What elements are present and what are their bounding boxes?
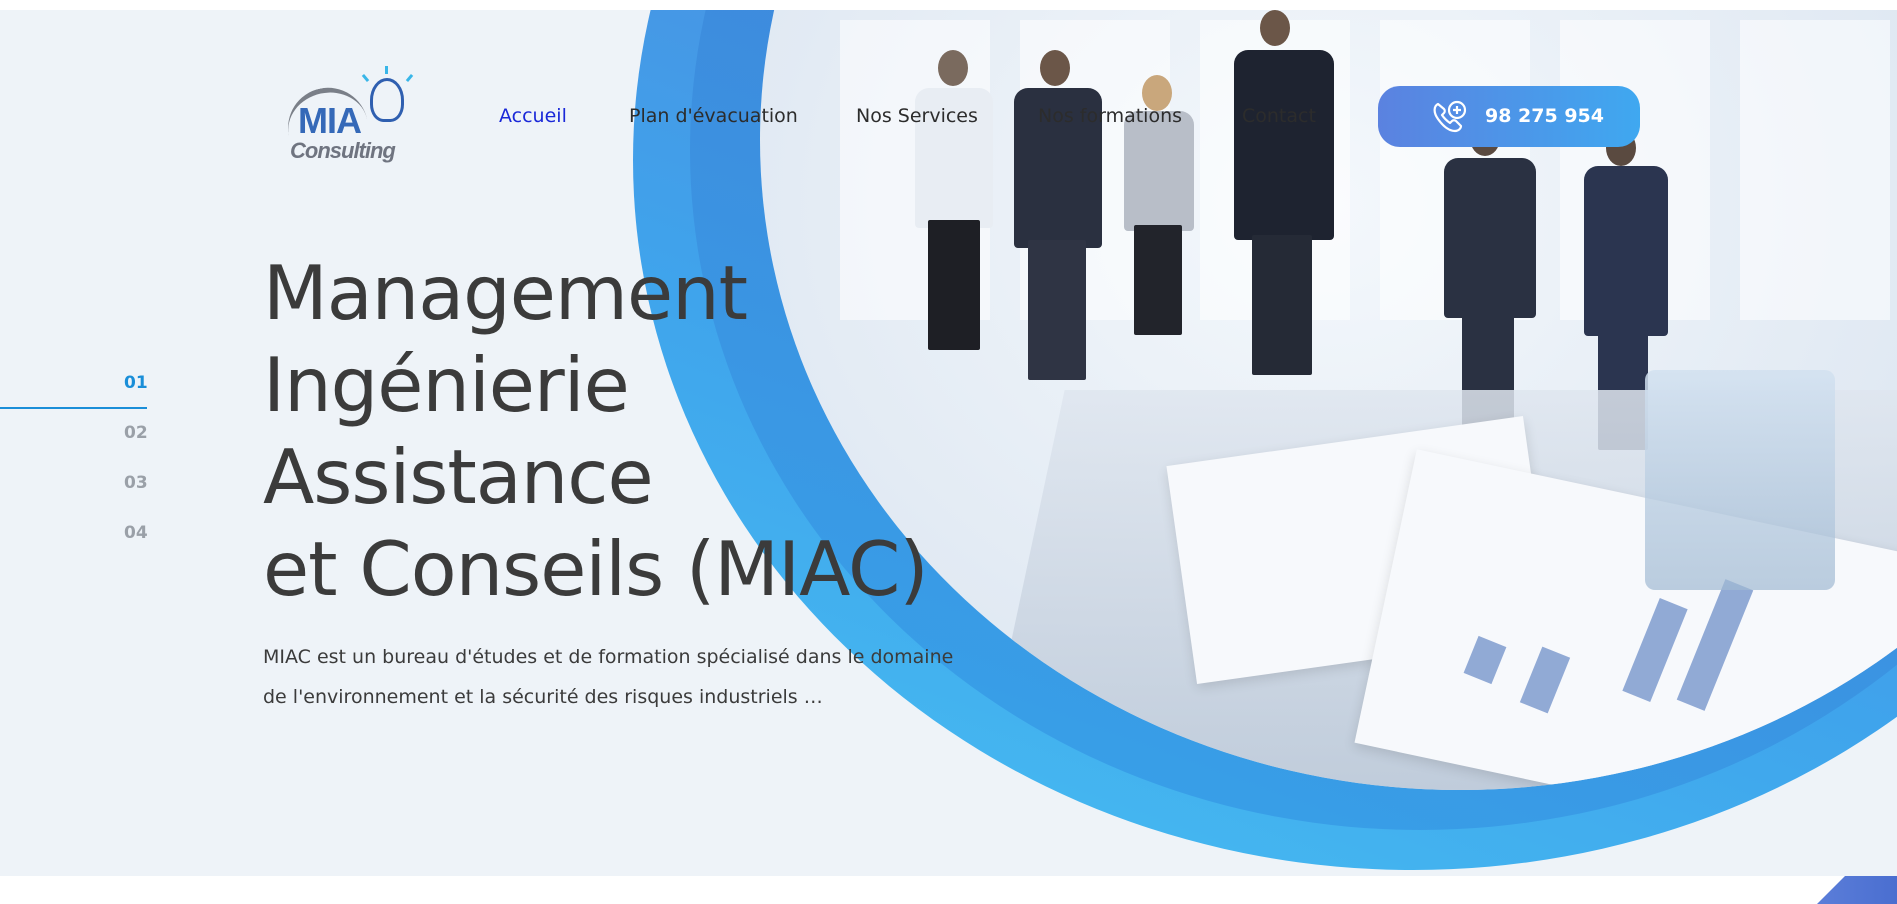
logo-subtext: Consulting xyxy=(290,138,396,163)
phone-button[interactable]: 98 275 954 xyxy=(1378,86,1640,147)
lightbulb-icon xyxy=(370,78,404,122)
description-line: MIAC est un bureau d'études et de format… xyxy=(263,646,954,668)
nav-item-nos-services[interactable]: Nos Services xyxy=(856,105,978,127)
headline-line: Management xyxy=(263,249,748,337)
nav-item-nos-formations[interactable]: Nos formations xyxy=(1038,105,1182,127)
slide-indicator-line xyxy=(0,407,147,409)
slide-indicator-02[interactable]: 02 xyxy=(124,423,148,443)
slide-indicator-03[interactable]: 03 xyxy=(124,473,148,493)
brand-logo[interactable]: MIA Consulting xyxy=(280,66,414,170)
phone-icon xyxy=(1430,98,1470,136)
phone-number: 98 275 954 xyxy=(1485,105,1604,127)
hero-section: MIA Consulting Accueil Plan d'évacuation… xyxy=(0,10,1897,876)
slide-indicator-04[interactable]: 04 xyxy=(124,523,148,543)
headline-line: Assistance xyxy=(263,433,654,521)
top-bar xyxy=(0,0,1897,10)
nav-item-plan-evacuation[interactable]: Plan d'évacuation xyxy=(629,105,798,127)
logo-ray xyxy=(385,66,388,74)
nav-item-accueil[interactable]: Accueil xyxy=(499,105,567,127)
hero-headline: Management Ingénierie Assistance et Cons… xyxy=(263,247,983,615)
description-line: de l'environnement et la sécurité des ri… xyxy=(263,686,823,708)
headline-line: Ingénierie xyxy=(263,341,630,429)
logo-ray xyxy=(361,73,370,83)
headline-line: et Conseils (MIAC) xyxy=(263,525,929,613)
nav-item-contact[interactable]: Contact xyxy=(1242,105,1316,127)
logo-text: MIA xyxy=(298,100,362,141)
footer-corner-shape xyxy=(1817,876,1897,904)
slide-indicator-01[interactable]: 01 xyxy=(124,373,148,393)
water-glass xyxy=(1645,370,1835,590)
footer-strip xyxy=(0,876,1897,904)
hero-description: MIAC est un bureau d'études et de format… xyxy=(263,637,983,717)
window-pane xyxy=(1740,20,1890,320)
